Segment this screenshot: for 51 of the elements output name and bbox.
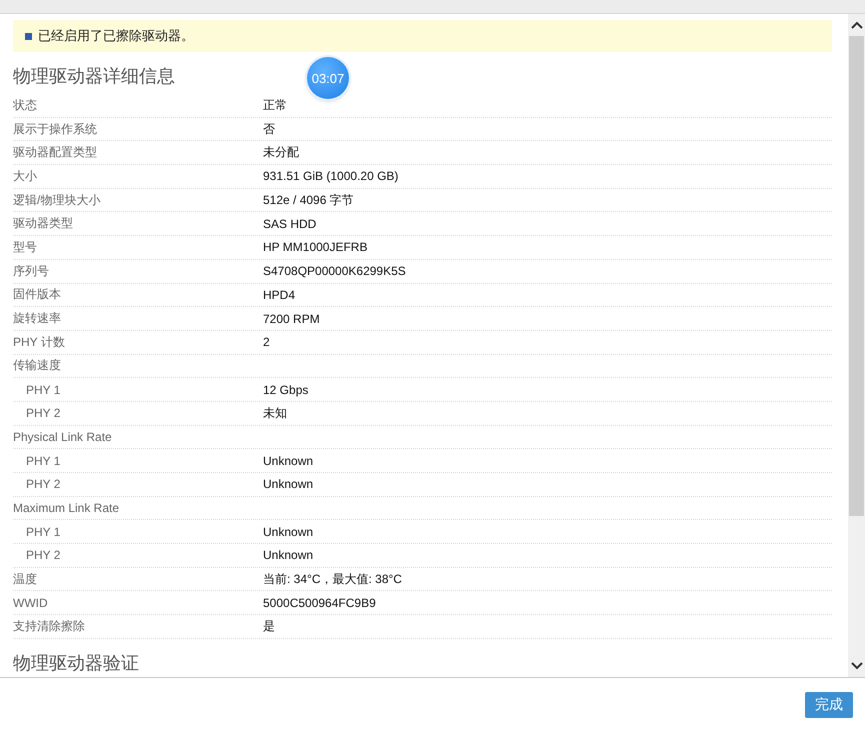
detail-label: PHY 1 — [25, 454, 62, 468]
detail-value: HPD4 — [263, 288, 296, 302]
bullet-icon — [25, 32, 32, 40]
detail-value: Unknown — [263, 454, 314, 468]
detail-label: PHY 计数 — [13, 334, 66, 351]
detail-label: 支持清除擦除 — [13, 618, 86, 635]
detail-label: 温度 — [13, 570, 38, 588]
detail-value: S4708QP00000K6299K5S — [263, 264, 406, 278]
detail-label: PHY 2 — [25, 548, 62, 562]
timer-badge: 03:07 — [307, 57, 349, 99]
detail-label: 驱动器配置类型 — [13, 144, 98, 162]
detail-value: 2 — [263, 335, 270, 350]
detail-value: 12 Gbps — [263, 382, 308, 397]
scrollbar[interactable] — [848, 14, 865, 677]
detail-label: 固件版本 — [13, 286, 62, 304]
detail-label: 状态 — [13, 96, 38, 114]
detail-value: Unknown — [263, 548, 314, 562]
section-title: 物理驱动器验证 — [13, 652, 139, 675]
detail-value: Unknown — [263, 524, 314, 539]
detail-value: 未知 — [263, 404, 287, 422]
detail-label: PHY 2 — [25, 477, 62, 492]
detail-value: 7200 RPM — [263, 312, 320, 326]
detail-label: WWID — [13, 596, 49, 610]
detail-value: 当前: 34°C，最大值: 38°C — [263, 570, 402, 588]
detail-label: 逻辑/物理块大小 — [13, 192, 102, 209]
detail-label: Maximum Link Rate — [13, 501, 120, 516]
detail-label: 大小 — [13, 168, 38, 185]
done-button[interactable]: 完成 — [805, 692, 853, 718]
detail-value: SAS HDD — [263, 216, 316, 231]
detail-value: 是 — [263, 618, 275, 635]
section-title: 物理驱动器详细信息 — [13, 65, 175, 88]
detail-label: 传输速度 — [13, 357, 62, 374]
notice-text: 已经启用了已擦除驱动器。 — [38, 27, 194, 45]
detail-label: 驱动器类型 — [13, 215, 74, 232]
detail-label: PHY 1 — [25, 524, 62, 539]
detail-value: HP MM1000JEFRB — [263, 240, 368, 254]
detail-label: PHY 2 — [25, 406, 62, 420]
detail-label: PHY 1 — [25, 382, 62, 397]
detail-value: 否 — [263, 120, 275, 138]
detail-value: 未分配 — [263, 144, 299, 162]
detail-value: 正常 — [263, 96, 287, 114]
scroll-thumb[interactable] — [849, 36, 864, 516]
detail-label: 型号 — [13, 238, 38, 256]
detail-label: Physical Link Rate — [13, 430, 113, 444]
detail-value: 931.51 GiB (1000.20 GB) — [263, 169, 398, 184]
detail-value: Unknown — [263, 477, 314, 492]
detail-value: 512e / 4096 字节 — [263, 192, 354, 209]
detail-label: 序列号 — [13, 262, 50, 280]
detail-value: 5000C500964FC9B9 — [263, 596, 376, 610]
detail-label: 展示于操作系统 — [13, 120, 98, 138]
detail-label: 旋转速率 — [13, 310, 62, 328]
